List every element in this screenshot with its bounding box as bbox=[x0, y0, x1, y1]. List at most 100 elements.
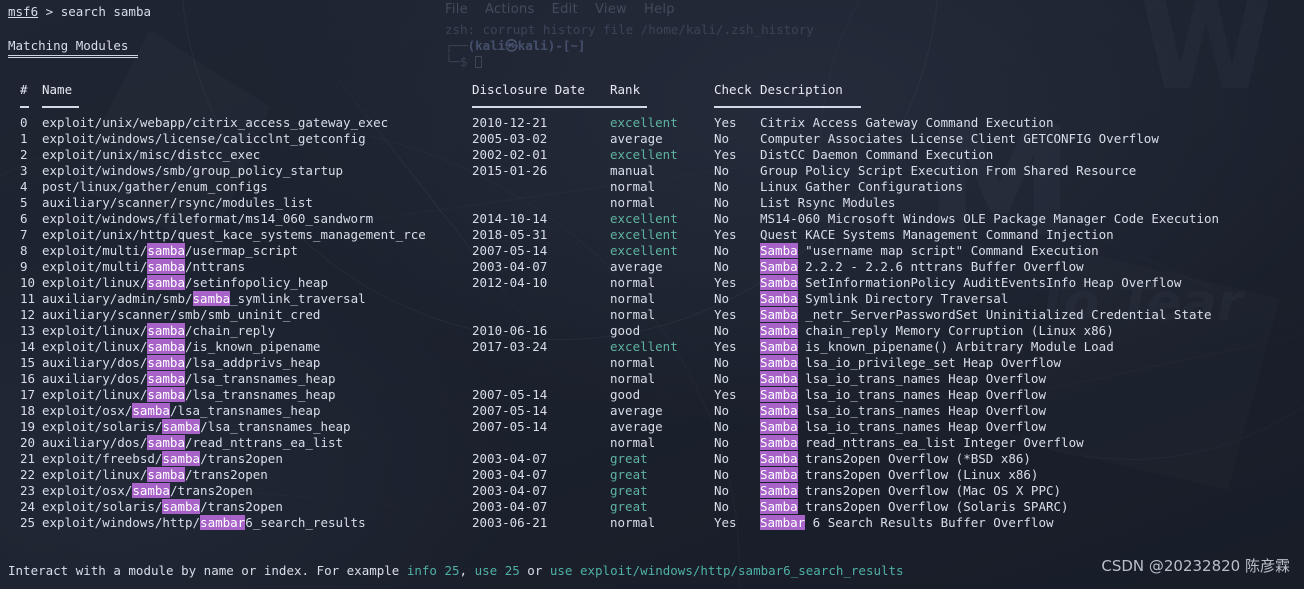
cell-rank: great bbox=[610, 499, 648, 514]
table-row[interactable]: 20 auxiliary/dos/samba/read_nttrans_ea_li… bbox=[8, 435, 1219, 451]
cell-module-name[interactable]: exploit/linux/samba/is_known_pipename bbox=[42, 339, 472, 355]
description-match-highlight: Samba bbox=[760, 323, 798, 338]
table-row[interactable]: 15 auxiliary/dos/samba/lsa_addprivs_heap n… bbox=[8, 355, 1219, 371]
header-index: # bbox=[20, 82, 28, 97]
cell-module-name[interactable]: auxiliary/dos/samba/lsa_transnames_heap bbox=[42, 371, 472, 387]
table-row[interactable]: 10 exploit/linux/samba/setinfopolicy_heap… bbox=[8, 275, 1219, 291]
cell-module-name[interactable]: exploit/linux/samba/setinfopolicy_heap bbox=[42, 275, 472, 291]
cell-module-name[interactable]: exploit/solaris/samba/lsa_transnames_hea… bbox=[42, 419, 472, 435]
table-row[interactable]: 4 post/linux/gather/enum_configs normal No L… bbox=[8, 179, 1219, 195]
cell-module-name[interactable]: exploit/windows/http/sambar6_search_resu… bbox=[42, 515, 472, 531]
cell-module-name[interactable]: exploit/linux/samba/lsa_transnames_heap bbox=[42, 387, 472, 403]
cell-module-name[interactable]: exploit/unix/webapp/citrix_access_gatewa… bbox=[42, 115, 472, 131]
module-name-suffix: /read_nttrans_ea_list bbox=[185, 435, 344, 450]
table-row[interactable]: 0 exploit/unix/webapp/citrix_access_gatew… bbox=[8, 115, 1219, 131]
table-row[interactable]: 23 exploit/osx/samba/trans2open 2003-04-07… bbox=[8, 483, 1219, 499]
table-row[interactable]: 22 exploit/linux/samba/trans2open 2003-04-… bbox=[8, 467, 1219, 483]
cell-module-name[interactable]: exploit/freebsd/samba/trans2open bbox=[42, 451, 472, 467]
cell-module-name[interactable]: auxiliary/dos/samba/lsa_addprivs_heap bbox=[42, 355, 472, 371]
module-name-match-highlight: samba bbox=[162, 419, 201, 434]
cell-module-name[interactable]: auxiliary/scanner/rsync/modules_list bbox=[42, 195, 472, 211]
cell-module-name[interactable]: exploit/linux/samba/trans2open bbox=[42, 467, 472, 483]
description-text: Citrix Access Gateway Command Execution bbox=[760, 115, 1054, 130]
cell-module-name[interactable]: auxiliary/dos/samba/read_nttrans_ea_list bbox=[42, 435, 472, 451]
table-row[interactable]: 2 exploit/unix/misc/distcc_exec 2002-02-01… bbox=[8, 147, 1219, 163]
cell-disclosure-date: 2014-10-14 bbox=[472, 211, 548, 226]
table-row[interactable]: 8 exploit/multi/samba/usermap_script 2007-… bbox=[8, 243, 1219, 259]
cell-module-name[interactable]: exploit/osx/samba/lsa_transnames_heap bbox=[42, 403, 472, 419]
cell-check: Yes bbox=[714, 115, 737, 130]
module-name-suffix: /trans2open bbox=[185, 467, 268, 482]
module-name-prefix: exploit/freebsd/ bbox=[42, 451, 163, 466]
description-text: trans2open Overflow (*BSD x86) bbox=[797, 451, 1031, 466]
cell-index: 19 bbox=[20, 419, 36, 434]
cell-module-name[interactable]: exploit/unix/misc/distcc_exec bbox=[42, 147, 472, 163]
header-underline bbox=[8, 98, 42, 115]
cell-module-name[interactable]: auxiliary/scanner/smb/smb_uninit_cred bbox=[42, 307, 472, 323]
description-text: lsa_io_trans_names Heap Overflow bbox=[797, 403, 1046, 418]
description-match-highlight: Samba bbox=[760, 451, 798, 466]
table-row[interactable]: 9 exploit/multi/samba/nttrans 2003-04-07 av… bbox=[8, 259, 1219, 275]
description-match-highlight: Samba bbox=[760, 387, 798, 402]
cell-module-name[interactable]: exploit/windows/license/calicclnt_getcon… bbox=[42, 131, 472, 147]
cell-description: Samba trans2open Overflow (Solaris SPARC… bbox=[760, 499, 1219, 515]
table-row[interactable]: 25 exploit/windows/http/sambar6_search_re… bbox=[8, 515, 1219, 531]
table-row[interactable]: 17 exploit/linux/samba/lsa_transnames_hea… bbox=[8, 387, 1219, 403]
cell-description: Samba lsa_io_trans_names Heap Overflow bbox=[760, 387, 1219, 403]
cell-module-name[interactable]: exploit/windows/fileformat/ms14_060_sand… bbox=[42, 211, 472, 227]
module-name-match-highlight: samba bbox=[147, 371, 185, 386]
cell-disclosure-date bbox=[472, 371, 610, 387]
footer-command-use-index[interactable]: use 25 bbox=[475, 563, 520, 578]
cell-disclosure-date bbox=[472, 435, 610, 451]
cell-module-name[interactable]: auxiliary/admin/smb/samba_symlink_traver… bbox=[42, 291, 472, 307]
cell-module-name[interactable]: post/linux/gather/enum_configs bbox=[42, 179, 472, 195]
cell-rank: good bbox=[610, 387, 641, 402]
table-row[interactable]: 18 exploit/osx/samba/lsa_transnames_heap 2… bbox=[8, 403, 1219, 419]
table-row[interactable]: 21 exploit/freebsd/samba/trans2open 2003-0… bbox=[8, 451, 1219, 467]
header-rank: Rank bbox=[610, 82, 641, 97]
description-match-highlight: Samba bbox=[760, 339, 798, 354]
table-row[interactable]: 11 auxiliary/admin/smb/samba_symlink_trav… bbox=[8, 291, 1219, 307]
table-row[interactable]: 5 auxiliary/scanner/rsync/modules_list nor… bbox=[8, 195, 1219, 211]
table-row[interactable]: 13 exploit/linux/samba/chain_reply 2010-06… bbox=[8, 323, 1219, 339]
module-name-suffix: /setinfopolicy_heap bbox=[185, 275, 328, 290]
cell-module-name[interactable]: exploit/linux/samba/chain_reply bbox=[42, 323, 472, 339]
cell-disclosure-date bbox=[472, 179, 610, 195]
table-row[interactable]: 6 exploit/windows/fileformat/ms14_060_san… bbox=[8, 211, 1219, 227]
cell-description: Samba trans2open Overflow (Mac OS X PPC) bbox=[760, 483, 1219, 499]
cell-module-name[interactable]: exploit/osx/samba/trans2open bbox=[42, 483, 472, 499]
table-row[interactable]: 16 auxiliary/dos/samba/lsa_transnames_hea… bbox=[8, 371, 1219, 387]
module-name-prefix: exploit/multi/ bbox=[42, 243, 148, 258]
footer-command-info[interactable]: info 25 bbox=[407, 563, 460, 578]
cell-module-name[interactable]: exploit/windows/smb/group_policy_startup bbox=[42, 163, 472, 179]
table-header-row: # Name Disclosure Date Rank Check Description bbox=[8, 82, 1219, 98]
cell-index: 14 bbox=[20, 339, 36, 354]
cell-module-name[interactable]: exploit/multi/samba/usermap_script bbox=[42, 243, 472, 259]
cell-module-name[interactable]: exploit/solaris/samba/trans2open bbox=[42, 499, 472, 515]
module-name-prefix: exploit/linux/ bbox=[42, 339, 148, 354]
table-row[interactable]: 3 exploit/windows/smb/group_policy_startu… bbox=[8, 163, 1219, 179]
cell-index: 12 bbox=[20, 307, 36, 322]
table-row[interactable]: 14 exploit/linux/samba/is_known_pipename 2… bbox=[8, 339, 1219, 355]
table-header-underline-row bbox=[8, 98, 1219, 115]
footer-command-use-path[interactable]: use exploit/windows/http/sambar6_search_… bbox=[550, 563, 904, 578]
table-row[interactable]: 7 exploit/unix/http/quest_kace_systems_ma… bbox=[8, 227, 1219, 243]
table-row[interactable]: 24 exploit/solaris/samba/trans2open 2003-0… bbox=[8, 499, 1219, 515]
cell-check: No bbox=[714, 179, 730, 194]
table-row[interactable]: 12 auxiliary/scanner/smb/smb_uninit_cred n… bbox=[8, 307, 1219, 323]
cell-description: Group Policy Script Execution From Share… bbox=[760, 163, 1219, 179]
cell-module-name[interactable]: exploit/unix/http/quest_kace_systems_man… bbox=[42, 227, 472, 243]
header-check: Check bbox=[714, 82, 752, 97]
cell-check: Yes bbox=[714, 515, 737, 530]
description-text: Quest KACE Systems Management Command In… bbox=[760, 227, 1114, 242]
module-name-prefix: auxiliary/dos/ bbox=[42, 435, 148, 450]
description-match-highlight: Samba bbox=[760, 499, 798, 514]
table-row[interactable]: 1 exploit/windows/license/calicclnt_getco… bbox=[8, 131, 1219, 147]
cell-rank: average bbox=[610, 131, 663, 146]
cell-module-name[interactable]: exploit/multi/samba/nttrans bbox=[42, 259, 472, 275]
description-text: read_nttrans_ea_list Integer Overflow bbox=[797, 435, 1084, 450]
description-match-highlight: Samba bbox=[760, 355, 798, 370]
table-row[interactable]: 19 exploit/solaris/samba/lsa_transnames_h… bbox=[8, 419, 1219, 435]
cell-disclosure-date: 2003-04-07 bbox=[472, 483, 548, 498]
cell-check: Yes bbox=[714, 339, 737, 354]
